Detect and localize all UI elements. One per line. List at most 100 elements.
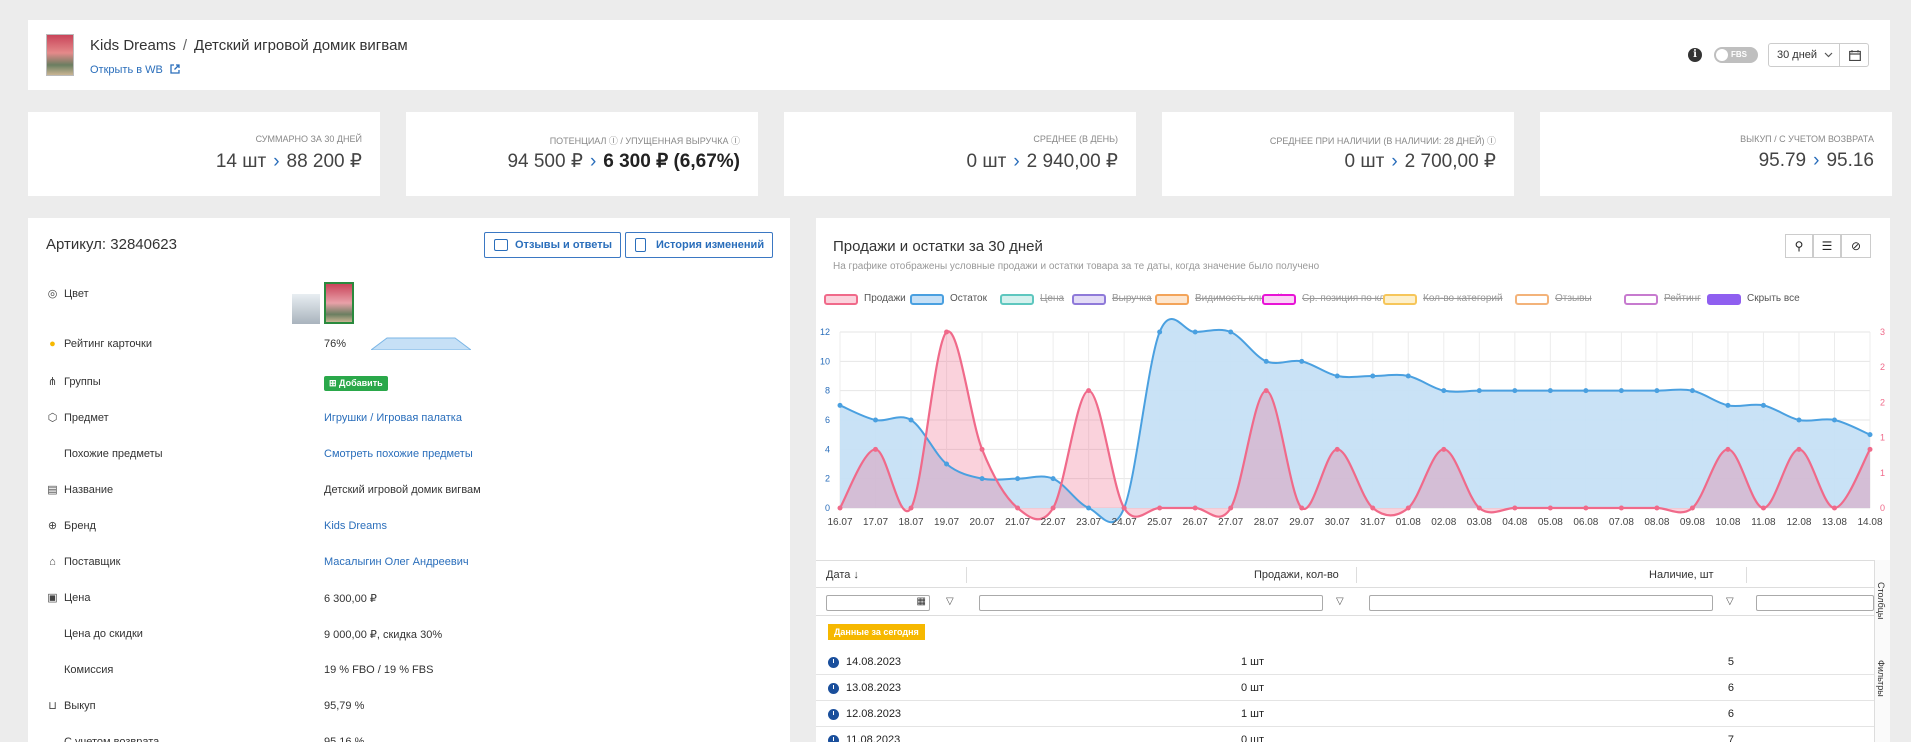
cell-date: 11.08.2023 [846,734,901,742]
add-group-button[interactable]: ⊞ Добавить [324,376,388,391]
x-tick-label: 09.08 [1680,517,1705,528]
sales-point [1618,505,1624,511]
cell-date: 13.08.2023 [846,682,902,694]
date-filter-input[interactable]: ▦ [826,595,930,611]
list-button[interactable]: ☰ [1813,234,1841,258]
y-tick-left: 0 [825,503,830,513]
x-tick-label: 12.08 [1786,517,1811,528]
stock-point [1618,388,1624,394]
detail-row: ⌂ Поставщик Масалыгин Олег Андреевич [46,556,746,572]
stock-point [979,476,985,482]
stock-point [1370,373,1376,379]
table-row[interactable]: 14.08.2023 1 шт 5 [816,650,1874,675]
column-sales[interactable]: Продажи, кол-во [1254,569,1339,581]
detail-link[interactable]: Масалыгин Олег Андреевич [324,556,469,568]
x-tick-label: 02.08 [1431,517,1456,528]
period-select[interactable]: 30 дней [1768,43,1840,67]
calendar-button[interactable] [1839,43,1869,67]
cube-icon: ⬡ [47,412,58,424]
columns-tab[interactable]: Столбцы [1876,582,1886,619]
cell-stock: 7 [1727,734,1734,742]
detail-value: 9 000,00 ₽, скидка 30% [324,629,443,641]
detail-row: ● Рейтинг карточки 76% [46,337,746,354]
info-icon[interactable]: i [1688,48,1702,62]
price-icon: ▣ [47,592,58,604]
x-tick-label: 22.07 [1041,517,1066,528]
detail-value: 19 % FBO / 19 % FBS [324,664,434,676]
y-tick-right: 1 [1880,468,1885,478]
x-tick-label: 30.07 [1325,517,1350,528]
filter-row: ▦ ▽ ▽ ▽ [816,588,1874,616]
pin-button[interactable]: ⚲ [1785,234,1813,258]
eye-off-icon: ⊘ [1850,239,1862,253]
stock-point [1192,329,1198,335]
stock-point [908,417,914,423]
detail-link[interactable]: Смотреть похожие предметы [324,448,473,460]
y-tick-left: 12 [820,327,830,337]
history-button[interactable]: История изменений [625,232,773,258]
product-thumbnail[interactable] [46,34,74,76]
y-tick-right: 3 [1880,327,1885,337]
y-tick-left: 10 [820,356,830,366]
legend-swatch [1624,294,1658,305]
column-date[interactable]: Дата ↓ [826,569,859,581]
reviews-button[interactable]: Отзывы и ответы [484,232,621,258]
detail-label: Выкуп [64,700,96,712]
sales-point [1370,505,1376,511]
sales-point [1654,505,1660,511]
data-table: Дата ↓ Продажи, кол-во Наличие, шт ▦ ▽ ▽… [816,560,1890,742]
sales-point [1192,505,1198,511]
cell-stock: 6 [1727,682,1734,694]
sales-point [1689,505,1695,511]
filters-tab[interactable]: Фильтры [1876,660,1886,697]
stock-point [1334,373,1340,379]
table-row[interactable]: 13.08.2023 0 шт 6 [816,676,1874,701]
column-stock[interactable]: Наличие, шт [1649,569,1714,581]
detail-label: Цвет [64,288,89,300]
pin-icon: ⚲ [1794,239,1804,253]
x-tick-label: 24.07 [1112,517,1137,528]
name-icon: ▤ [47,484,58,496]
sales-filter-input[interactable] [979,595,1323,611]
stock-point [1263,358,1269,364]
sales-point [1157,505,1163,511]
legend-swatch [1000,294,1034,305]
chart-subtitle: На графике отображены условные продажи и… [833,261,1320,272]
detail-value: 95,16 % [324,736,365,742]
legend-swatch [1707,294,1741,305]
detail-link[interactable]: Kids Dreams [324,520,387,532]
sales-point [908,505,914,511]
table-row[interactable]: 12.08.2023 1 шт 6 [816,702,1874,727]
cell-sales: 1 шт [1240,708,1264,720]
open-in-wb-link[interactable]: Открыть в WB [90,64,180,76]
x-tick-label: 01.08 [1396,517,1421,528]
stock-point [1796,417,1802,423]
filter-icon[interactable]: ▽ [1726,596,1734,607]
sales-point [1299,505,1305,511]
filter-icon[interactable]: ▽ [1336,596,1344,607]
fbs-toggle[interactable]: FBS [1714,47,1758,63]
sales-point [837,505,843,511]
legend-swatch [1072,294,1106,305]
chevron-down-icon [1824,52,1833,58]
supplier-icon: ⌂ [49,556,56,568]
hide-button[interactable]: ⊘ [1841,234,1871,258]
filter-icon[interactable]: ▽ [946,596,954,607]
chart-legend: Продажи Остаток Цена Выручка Видимость ключе… [824,293,1890,307]
x-tick-label: 27.07 [1218,517,1243,528]
table-row[interactable]: 11.08.2023 0 шт 7 [816,728,1874,742]
clock-icon [828,709,839,720]
sales-chart-panel: Продажи и остатки за 30 дней На графике … [816,218,1890,742]
stock-point [1689,388,1695,394]
sales-point [1263,388,1269,394]
detail-row: С учетом возврата 95,16 % [46,736,746,742]
external-link-icon [170,64,180,74]
extra-filter-input[interactable] [1756,595,1874,611]
stock-point [1547,388,1553,394]
breadcrumb-brand[interactable]: Kids Dreams [90,37,176,54]
detail-link[interactable]: Игрушки / Игровая палатка [324,412,462,424]
cell-date: 12.08.2023 [846,708,902,720]
stock-filter-input[interactable] [1369,595,1713,611]
rating-sparkline [371,337,471,350]
breadcrumb-product: Детский игровой домик вигвам [194,37,408,54]
